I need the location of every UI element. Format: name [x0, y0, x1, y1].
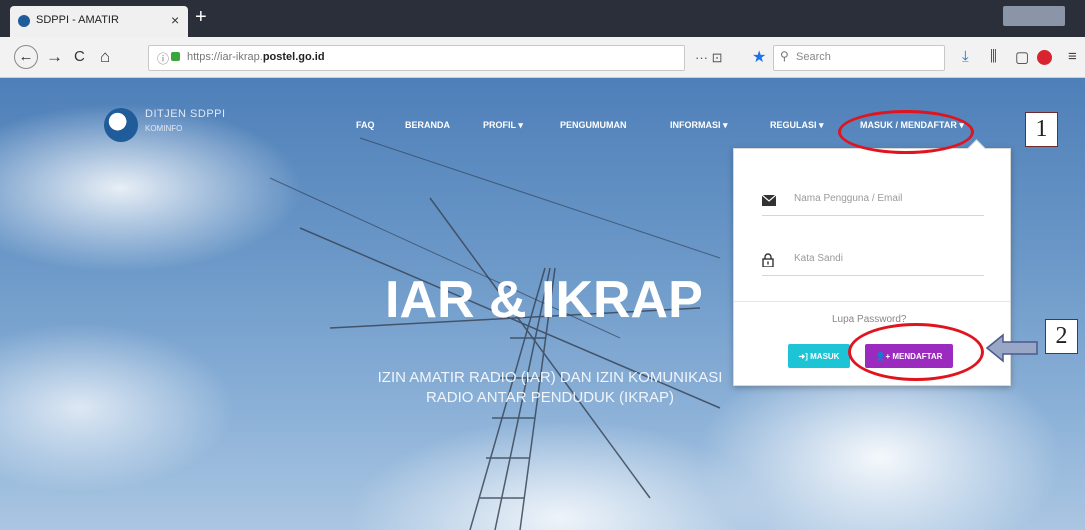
url-bar[interactable]: ⓘ https://iar-ikrap.postel.go.id — [148, 45, 685, 71]
nav-faq[interactable]: FAQ — [356, 120, 375, 130]
close-tab-icon[interactable]: × — [171, 12, 179, 28]
search-bar[interactable]: ⚲ Search — [773, 45, 945, 71]
annotation-step-1: 1 — [1025, 112, 1058, 147]
library-icon[interactable]: ⫼ — [990, 48, 997, 65]
browser-tab-bar: SDPPI - AMATIR × + — [0, 0, 1085, 37]
search-placeholder: Search — [796, 51, 831, 63]
logo-title: DITJEN SDPPI — [145, 108, 226, 120]
menu-icon[interactable]: ≡ — [1068, 48, 1077, 65]
login-button-label: MASUK — [810, 352, 840, 361]
hero-title: IAR & IKRAP — [385, 271, 703, 329]
adblock-icon[interactable] — [1037, 50, 1052, 65]
url-text[interactable]: https://iar-ikrap.postel.go.id — [187, 51, 325, 63]
tab-title: SDPPI - AMATIR — [36, 14, 119, 26]
annotation-ellipse-2 — [848, 323, 984, 381]
download-icon[interactable]: ⤓ — [962, 48, 969, 65]
nav-pengumuman[interactable]: PENGUMUMAN — [560, 120, 627, 130]
logo-subtitle: KOMINFO — [145, 124, 183, 133]
info-icon[interactable]: ⓘ — [157, 50, 169, 67]
password-input[interactable] — [792, 252, 976, 265]
hero-subtitle: IZIN AMATIR RADIO (IAR) DAN IZIN KOMUNIK… — [377, 369, 723, 406]
browser-toolbar: ← → C ⌂ ⓘ https://iar-ikrap.postel.go.id… — [0, 37, 1085, 78]
window-controls[interactable] — [1003, 6, 1065, 26]
browser-tab[interactable]: SDPPI - AMATIR × — [10, 6, 188, 37]
annotation-ellipse-1 — [838, 110, 974, 154]
sidebar-icon[interactable]: ▢ — [1015, 48, 1029, 66]
kominfo-logo[interactable] — [104, 108, 138, 142]
annotation-arrow-icon — [985, 333, 1038, 363]
lock-icon — [762, 253, 774, 267]
new-tab-icon[interactable]: + — [195, 6, 207, 28]
back-button[interactable]: ← — [14, 45, 38, 69]
nav-informasi[interactable]: INFORMASI ▾ — [670, 120, 728, 131]
login-button[interactable]: ➜] MASUK — [788, 344, 850, 368]
dropdown-divider — [734, 301, 1010, 302]
username-field — [762, 189, 984, 216]
nav-beranda[interactable]: BERANDA — [405, 120, 450, 130]
sign-in-icon: ➜] — [798, 352, 808, 361]
reload-button[interactable]: C — [74, 46, 85, 68]
page-actions-icon[interactable]: ··· ⊡ — [695, 50, 723, 66]
bookmark-star-icon[interactable]: ★ — [752, 47, 766, 67]
forward-button[interactable]: → — [46, 46, 63, 68]
nav-profil[interactable]: PROFIL ▾ — [483, 120, 523, 131]
search-icon: ⚲ — [780, 49, 789, 63]
annotation-step-2: 2 — [1045, 319, 1078, 354]
username-input[interactable] — [792, 192, 976, 205]
envelope-icon — [762, 195, 776, 206]
nav-regulasi[interactable]: REGULASI ▾ — [770, 120, 824, 131]
home-button[interactable]: ⌂ — [100, 46, 110, 68]
lock-icon — [171, 52, 180, 61]
favicon-icon — [18, 15, 30, 27]
password-field — [762, 249, 984, 276]
